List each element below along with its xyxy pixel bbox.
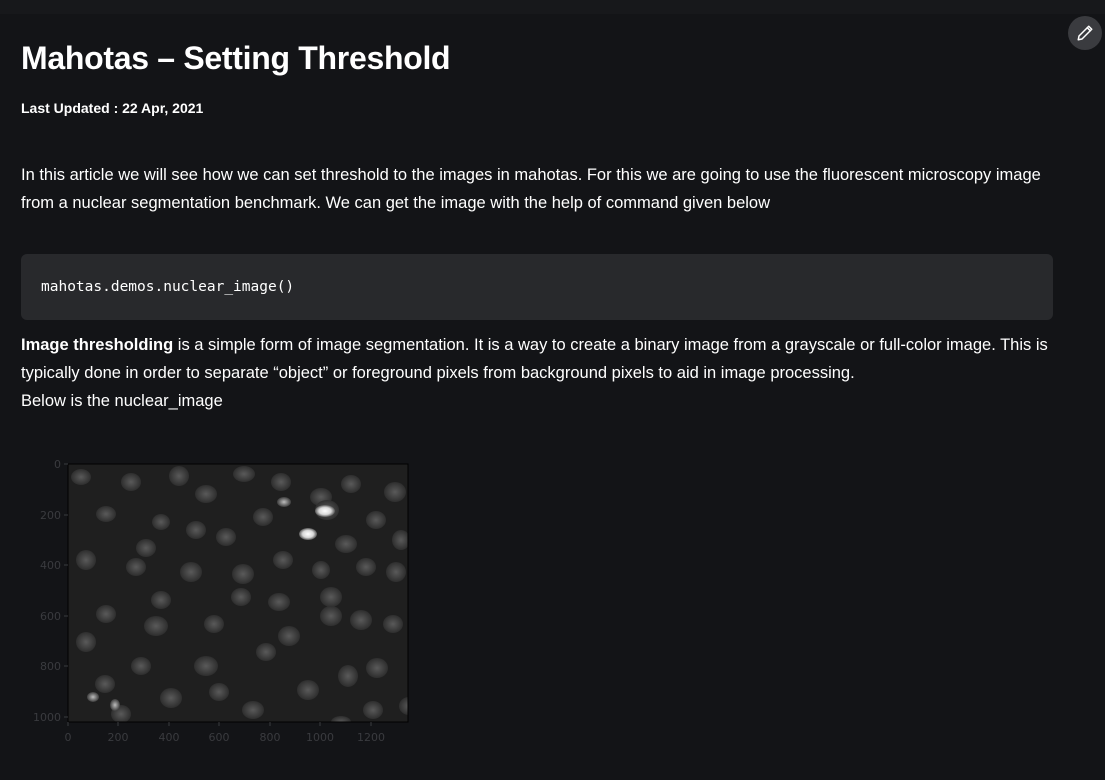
below-text: Below is the nuclear_image <box>21 392 223 410</box>
bright-nucleus <box>110 699 120 711</box>
x-axis <box>67 722 372 726</box>
edit-button[interactable] <box>1068 16 1102 50</box>
bright-nucleus <box>299 528 317 540</box>
y-tick-label: 400 <box>40 559 61 572</box>
code-block: mahotas.demos.nuclear_image() <box>21 254 1053 320</box>
y-tick-label: 0 <box>54 458 61 471</box>
x-tick-label: 600 <box>209 731 230 744</box>
intro-paragraph: In this article we will see how we can s… <box>21 166 1041 212</box>
y-tick-label: 800 <box>40 660 61 673</box>
x-tick-label: 400 <box>159 731 180 744</box>
y-tick-label: 200 <box>40 509 61 522</box>
definition-text: is a simple form of image segmentation. … <box>21 336 1048 382</box>
bright-nucleus <box>277 497 291 507</box>
y-axis <box>64 463 68 718</box>
top-strip <box>0 0 1105 14</box>
last-updated: Last Updated : 22 Apr, 2021 <box>21 100 204 116</box>
y-tick-label: 600 <box>40 610 61 623</box>
x-tick-label: 800 <box>260 731 281 744</box>
x-tick-label: 1000 <box>306 731 334 744</box>
page-title: Mahotas – Setting Threshold <box>21 40 451 76</box>
definition-paragraph: Image thresholding is a simple form of i… <box>21 331 1053 415</box>
definition-term: Image thresholding <box>21 336 174 354</box>
x-tick-label: 1200 <box>357 731 385 744</box>
x-tick-label: 0 <box>65 731 72 744</box>
nuclear-image-figure: 0 200 400 600 800 1000 0 200 400 600 800… <box>33 458 409 744</box>
x-tick-label: 200 <box>108 731 129 744</box>
pencil-icon <box>1077 25 1093 41</box>
code-snippet: mahotas.demos.nuclear_image() <box>41 279 295 295</box>
y-tick-label: 1000 <box>33 711 61 724</box>
bright-nucleus <box>315 505 335 517</box>
bright-nucleus <box>87 692 99 702</box>
